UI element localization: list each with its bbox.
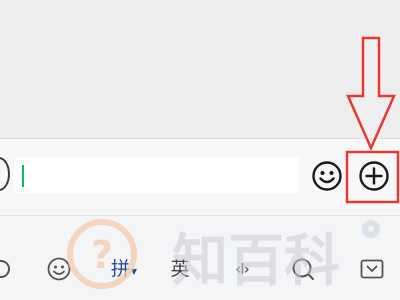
kb-pinyin-label: 拼 bbox=[110, 257, 130, 280]
keyboard-hide-icon bbox=[360, 259, 384, 279]
voice-button[interactable] bbox=[0, 157, 10, 191]
kb-emoji-button[interactable] bbox=[44, 254, 74, 284]
kb-cursor-label: ‹I› bbox=[235, 260, 249, 278]
chat-area bbox=[0, 0, 400, 138]
kb-pinyin-button[interactable]: 拼 ▼ bbox=[106, 254, 142, 284]
settings-icon bbox=[0, 260, 10, 278]
text-cursor bbox=[22, 165, 24, 187]
keyboard-toolbar: 拼 ▼ 英 ‹I› bbox=[0, 216, 400, 300]
chevron-down-icon: ▼ bbox=[130, 266, 138, 276]
kb-hide-button[interactable] bbox=[357, 254, 387, 284]
kb-cursor-button[interactable]: ‹I› bbox=[227, 254, 257, 284]
arrow-down-icon bbox=[345, 36, 400, 204]
kb-search-button[interactable] bbox=[288, 254, 318, 284]
search-icon bbox=[292, 258, 314, 280]
kb-english-button[interactable]: 英 bbox=[165, 254, 195, 284]
keyboard-left-icon[interactable] bbox=[0, 254, 16, 284]
message-input[interactable] bbox=[14, 157, 299, 193]
emoji-button[interactable] bbox=[311, 160, 343, 192]
smiley-icon bbox=[312, 161, 342, 191]
smiley-icon bbox=[47, 257, 71, 281]
kb-english-label: 英 bbox=[170, 257, 190, 280]
